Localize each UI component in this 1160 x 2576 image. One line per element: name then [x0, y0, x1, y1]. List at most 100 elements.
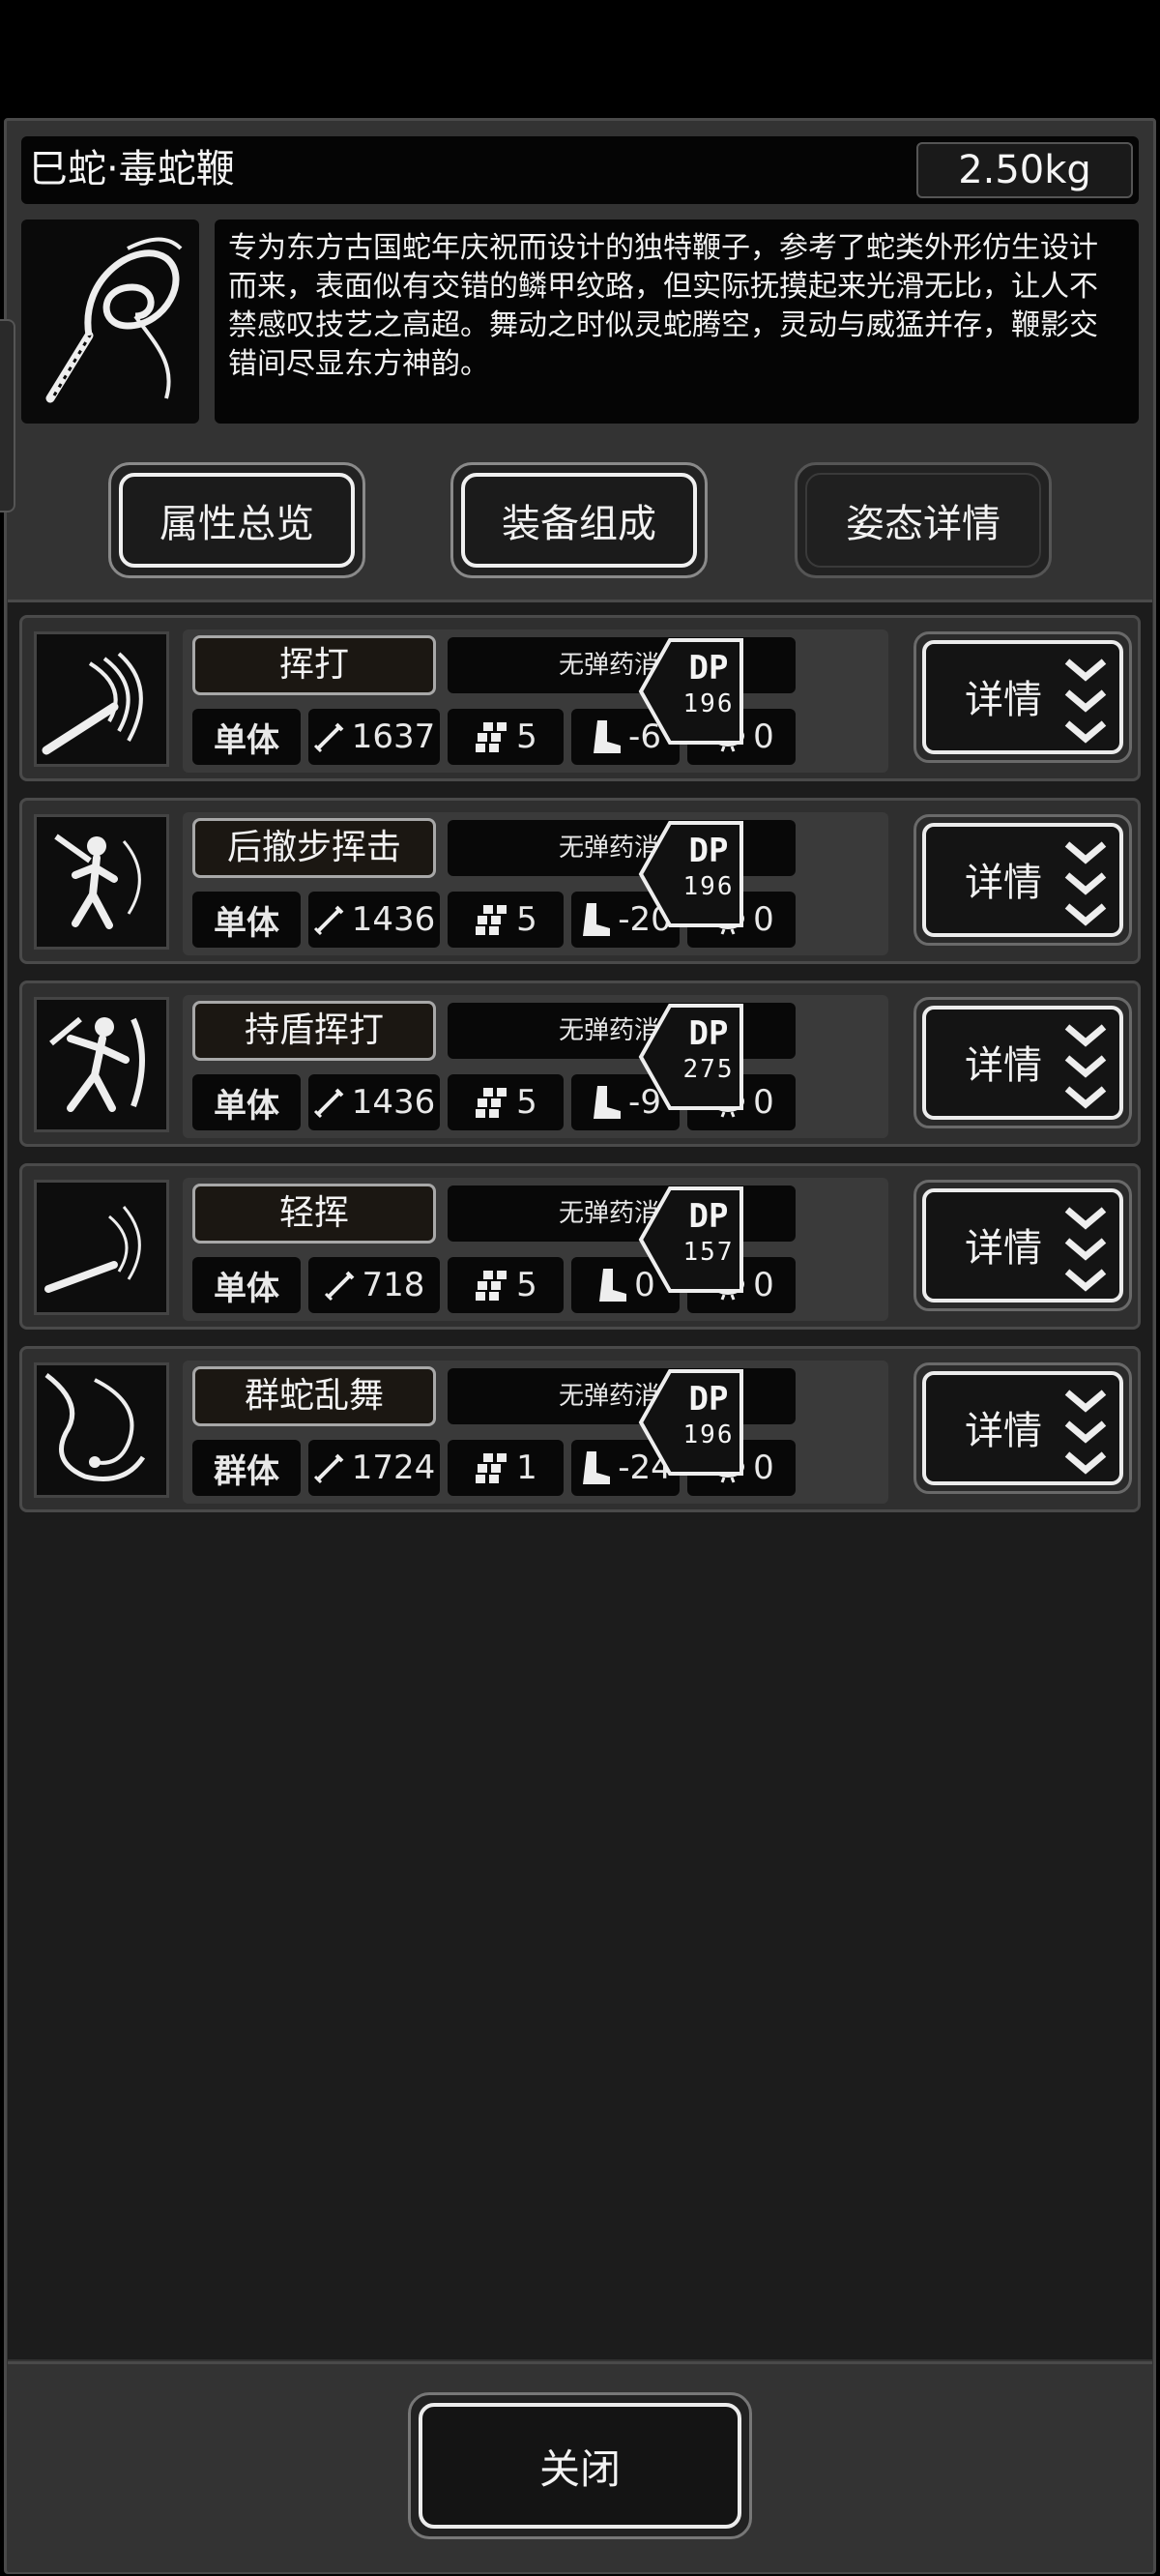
- skill-info: 轻挥 无弹药消耗 单体 718 5 0 0: [183, 1178, 888, 1321]
- hit-value: 5: [516, 1266, 537, 1304]
- skill-row: 群蛇乱舞 无弹药消耗 群体 1724 1 -24 0 DP 196 详情: [19, 1346, 1141, 1512]
- details-label: 详情: [965, 1226, 1042, 1271]
- sanity-value: 0: [753, 1449, 774, 1487]
- whip-swing-icon: [34, 631, 169, 767]
- skill-details-button[interactable]: 详情: [914, 997, 1132, 1128]
- snake-dance-icon: [34, 1362, 169, 1498]
- checker-icon: [476, 1453, 508, 1483]
- skill-row: 轻挥 无弹药消耗 单体 718 5 0 0 DP 157 详情: [19, 1163, 1141, 1330]
- skill-info: 挥打 无弹药消耗 单体 1637 5 -6 0: [183, 629, 888, 773]
- weapon-weight: 2.50kg: [916, 142, 1133, 198]
- attack-stat: 1436: [308, 1074, 440, 1130]
- checker-icon: [476, 905, 508, 935]
- tab-label: 属性总览: [119, 473, 355, 568]
- tab-label: 姿态详情: [805, 473, 1041, 568]
- skill-info: 后撤步挥击 无弹药消耗 单体 1436 5 -20 0: [183, 812, 888, 955]
- sword-icon: [313, 1088, 344, 1119]
- chevron-down-icon: [1064, 1390, 1107, 1475]
- dp-badge: DP 196: [637, 820, 745, 928]
- dp-value: 196: [682, 872, 735, 901]
- target-type: 单体: [192, 1257, 301, 1313]
- hit-value: 5: [516, 900, 537, 939]
- chevron-down-icon: [1064, 841, 1107, 926]
- attack-stat: 1436: [308, 892, 440, 948]
- snake-whip-icon: [21, 220, 199, 424]
- details-label: 详情: [965, 1409, 1042, 1453]
- details-label: 详情: [965, 678, 1042, 722]
- hit-stat: 5: [448, 709, 564, 765]
- skill-info: 群蛇乱舞 无弹药消耗 群体 1724 1 -24 0: [183, 1361, 888, 1504]
- skill-name: 挥打: [192, 635, 436, 695]
- dp-label: DP: [688, 649, 729, 688]
- dp-value: 196: [682, 1420, 735, 1449]
- dp-label: DP: [688, 1197, 729, 1236]
- skill-name: 轻挥: [192, 1184, 436, 1244]
- hit-value: 5: [516, 717, 537, 756]
- skill-row: 挥打 无弹药消耗 单体 1637 5 -6 0 DP 196 详情: [19, 615, 1141, 781]
- boot-icon: [594, 720, 622, 753]
- skill-row: 持盾挥打 无弹药消耗 单体 1436 5 -9 0 DP 275 详情: [19, 981, 1141, 1147]
- sanity-value: 0: [753, 717, 774, 756]
- skill-name: 持盾挥打: [192, 1001, 436, 1061]
- sanity-value: 0: [753, 1266, 774, 1304]
- skill-details-button[interactable]: 详情: [914, 631, 1132, 763]
- details-label: 详情: [965, 861, 1042, 905]
- chevron-down-icon: [1064, 1207, 1107, 1292]
- hit-stat: 5: [448, 1257, 564, 1313]
- tab-attribute-overview[interactable]: 属性总览: [108, 462, 365, 578]
- hit-value: 5: [516, 1083, 537, 1122]
- sanity-value: 0: [753, 900, 774, 939]
- chevron-down-icon: [1064, 1024, 1107, 1109]
- skill-details-button[interactable]: 详情: [914, 814, 1132, 946]
- sword-icon: [313, 1453, 344, 1484]
- hit-value: 1: [516, 1449, 537, 1487]
- checker-icon: [476, 1271, 508, 1301]
- target-type: 单体: [192, 1074, 301, 1130]
- sanity-value: 0: [753, 1083, 774, 1122]
- close-label: 关闭: [419, 2403, 741, 2529]
- attack-stat: 718: [308, 1257, 440, 1313]
- attack-stat: 1724: [308, 1440, 440, 1496]
- side-drawer-handle[interactable]: [0, 319, 15, 512]
- weapon-description: 专为东方古国蛇年庆祝而设计的独特鞭子，参考了蛇类外形仿生设计而来，表面似有交错的…: [215, 220, 1139, 424]
- hit-stat: 5: [448, 892, 564, 948]
- tab-equipment-composition[interactable]: 装备组成: [450, 462, 708, 578]
- backstep-strike-icon: [34, 814, 169, 950]
- dp-badge: DP 196: [637, 637, 745, 746]
- dp-value: 157: [682, 1238, 735, 1267]
- attack-value: 1637: [351, 717, 436, 756]
- target-type: 群体: [192, 1440, 301, 1496]
- weapon-name: 巳蛇·毒蛇鞭: [29, 147, 235, 191]
- shield-strike-icon: [34, 997, 169, 1132]
- dp-label: DP: [688, 832, 729, 870]
- dp-value: 196: [682, 689, 735, 718]
- details-label: 详情: [965, 1043, 1042, 1088]
- dp-label: DP: [688, 1380, 729, 1419]
- close-button[interactable]: 关闭: [408, 2392, 752, 2539]
- tab-stance-details[interactable]: 姿态详情: [795, 462, 1052, 578]
- boot-icon: [583, 903, 611, 936]
- target-type: 单体: [192, 892, 301, 948]
- tab-label: 装备组成: [461, 473, 697, 568]
- sword-icon: [313, 905, 344, 936]
- skill-name: 后撤步挥击: [192, 818, 436, 878]
- skill-details-button[interactable]: 详情: [914, 1180, 1132, 1311]
- light-swing-icon: [34, 1180, 169, 1315]
- skill-row: 后撤步挥击 无弹药消耗 单体 1436 5 -20 0 DP 196 详情: [19, 798, 1141, 964]
- skill-name: 群蛇乱舞: [192, 1366, 436, 1426]
- chevron-down-icon: [1064, 659, 1107, 744]
- dp-badge: DP 157: [637, 1186, 745, 1294]
- dp-value: 275: [682, 1055, 735, 1084]
- boot-icon: [599, 1269, 627, 1302]
- checker-icon: [476, 722, 508, 752]
- dp-badge: DP 196: [637, 1368, 745, 1477]
- boot-icon: [594, 1086, 622, 1119]
- boot-icon: [583, 1451, 611, 1484]
- skill-info: 持盾挥打 无弹药消耗 单体 1436 5 -9 0: [183, 995, 888, 1138]
- skill-details-button[interactable]: 详情: [914, 1362, 1132, 1494]
- sword-icon: [313, 722, 344, 753]
- attack-stat: 1637: [308, 709, 440, 765]
- hit-stat: 5: [448, 1074, 564, 1130]
- attack-value: 1436: [351, 1083, 436, 1122]
- target-type: 单体: [192, 709, 301, 765]
